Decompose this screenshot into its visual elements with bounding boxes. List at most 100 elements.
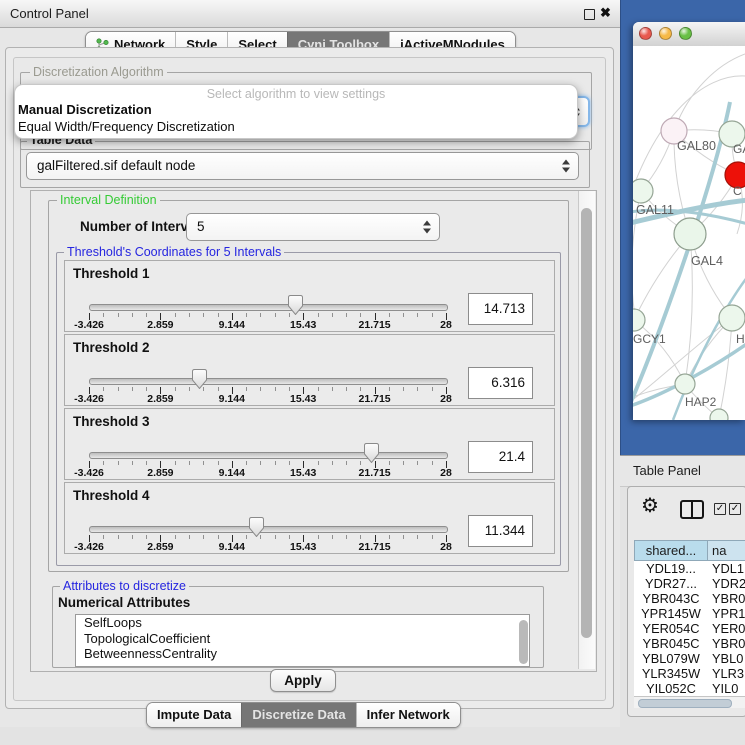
threshold-value-field[interactable]: 6.316 xyxy=(468,367,533,399)
combo-stepper[interactable] xyxy=(423,221,431,234)
tick-mark xyxy=(132,535,133,539)
slider-tick-label: 2.859 xyxy=(135,393,185,405)
network-node[interactable] xyxy=(674,218,706,250)
tick-mark xyxy=(132,313,133,317)
popup-option-equal-width-frequency[interactable]: Equal Width/Frequency Discretization xyxy=(18,119,235,134)
bottom-tab-impute-data[interactable]: Impute Data xyxy=(147,703,241,727)
network-edge[interactable] xyxy=(719,318,732,418)
table-cell: YLR3 xyxy=(708,666,745,681)
threshold-label: Threshold 3 xyxy=(73,414,150,429)
table-row[interactable]: YBL079WYBL0 xyxy=(634,651,745,666)
table-row[interactable]: YBR043CYBR0 xyxy=(634,591,745,606)
table-row[interactable]: YBR045CYBR0 xyxy=(634,636,745,651)
bottom-tab-bar: Impute DataDiscretize Data Infer Network xyxy=(146,702,461,728)
table-cell: YBR0 xyxy=(708,591,745,606)
split-view-icon[interactable] xyxy=(680,500,704,519)
table-data-combo-value: galFiltered.sif default node xyxy=(37,158,195,173)
slider-thumb[interactable] xyxy=(364,443,379,463)
list-scrollbar-thumb[interactable] xyxy=(519,620,528,664)
tab-label: Infer Network xyxy=(367,703,450,727)
vertical-scrollbar-thumb[interactable] xyxy=(581,208,592,638)
apply-button[interactable]: Apply xyxy=(270,669,336,692)
slider-tick-label: 2.859 xyxy=(135,467,185,479)
slider-tick-label: -3.426 xyxy=(64,541,114,553)
minimize-traffic-light[interactable] xyxy=(659,27,672,40)
threshold-value-field[interactable]: 14.713 xyxy=(468,293,533,325)
combo-stepper[interactable] xyxy=(562,160,570,173)
tick-mark xyxy=(246,535,247,539)
table-data-combo[interactable]: galFiltered.sif default node xyxy=(26,152,579,180)
list-item[interactable]: BetweennessCentrality xyxy=(76,646,529,662)
table-cell: YBR0 xyxy=(708,636,745,651)
bottom-tab-infer-network[interactable]: Infer Network xyxy=(356,703,460,727)
number-of-intervals-combo[interactable]: 5 xyxy=(186,213,440,241)
interval-definition-group-title: Interval Definition xyxy=(57,193,160,207)
column-header-name[interactable]: na xyxy=(708,540,745,561)
slider-tick-label: -3.426 xyxy=(64,319,114,331)
network-node[interactable] xyxy=(675,374,695,394)
tick-mark xyxy=(260,387,261,391)
slider-thumb[interactable] xyxy=(192,369,207,389)
column-header-shared-name[interactable]: shared... xyxy=(634,540,708,561)
table-row[interactable]: YER054CYER0 xyxy=(634,621,745,636)
table-cell: YDL19... xyxy=(634,561,708,576)
network-canvas[interactable]: GAL80GACGAL11GAL4GCY1HHAP2 xyxy=(633,46,745,420)
numerical-attributes-list[interactable]: SelfLoopsTopologicalCoefficientBetweenne… xyxy=(75,614,530,667)
slider-tick-label: 21.715 xyxy=(350,393,400,405)
threshold-value-field[interactable]: 11.344 xyxy=(468,515,533,547)
panel-title: Control Panel xyxy=(10,0,89,27)
tick-mark xyxy=(346,461,347,465)
table-row[interactable]: YLR345WYLR3 xyxy=(634,666,745,681)
network-window-titlebar xyxy=(633,22,745,47)
tick-mark xyxy=(118,313,119,317)
close-traffic-light[interactable] xyxy=(639,27,652,40)
network-node[interactable] xyxy=(710,409,728,420)
tick-mark xyxy=(275,313,276,317)
tick-mark xyxy=(346,313,347,317)
algorithm-dropdown-popup: Select algorithm to view settings Manual… xyxy=(14,84,578,139)
bottom-tab-discretize-data[interactable]: Discretize Data xyxy=(241,703,355,727)
table-row[interactable]: YDL19...YDL1 xyxy=(634,561,745,576)
network-node[interactable] xyxy=(633,179,653,203)
slider-track[interactable] xyxy=(89,304,448,311)
tick-mark xyxy=(103,461,104,465)
network-edge[interactable] xyxy=(674,54,745,131)
float-window-icon[interactable] xyxy=(584,9,595,20)
tick-mark xyxy=(318,461,319,465)
slider-tick-label: 9.144 xyxy=(207,319,257,331)
table-row[interactable]: YIL052CYIL0 xyxy=(634,681,745,696)
table-panel-title: Table Panel xyxy=(633,456,701,485)
slider-tick-label: 28 xyxy=(421,467,471,479)
zoom-traffic-light[interactable] xyxy=(679,27,692,40)
threshold-value-field[interactable]: 21.4 xyxy=(468,441,533,473)
algorithm-group-title: Discretization Algorithm xyxy=(30,65,167,79)
horizontal-scrollbar-track[interactable] xyxy=(634,696,745,708)
network-node[interactable] xyxy=(719,305,745,331)
horizontal-scrollbar-thumb[interactable] xyxy=(638,699,732,708)
table-cell: YBL0 xyxy=(708,651,745,666)
list-item[interactable]: TopologicalCoefficient xyxy=(76,631,529,647)
tick-mark xyxy=(346,535,347,539)
table-row[interactable]: YPR145WYPR1 xyxy=(634,606,745,621)
table-row[interactable]: YDR27...YDR2 xyxy=(634,576,745,591)
desktop: { "glyphs": {"gear": "⚙", "close": "✖", … xyxy=(0,0,745,745)
tick-mark xyxy=(417,387,418,391)
popup-option-manual-discretization[interactable]: Manual Discretization xyxy=(18,102,152,117)
network-node-label: GAL11 xyxy=(636,203,674,217)
network-node-label: H xyxy=(736,332,745,346)
slider-thumb[interactable] xyxy=(249,517,264,537)
slider-track[interactable] xyxy=(89,378,448,385)
list-item[interactable]: SelfLoops xyxy=(76,615,529,631)
close-icon[interactable]: ✖ xyxy=(600,5,611,21)
slider-track[interactable] xyxy=(89,452,448,459)
slider-tick-label: 28 xyxy=(421,319,471,331)
gear-icon[interactable]: ⚙ xyxy=(641,496,659,516)
slider-thumb[interactable] xyxy=(288,295,303,315)
threshold-panel: Threshold 3-3.4262.8599.14415.4321.71528… xyxy=(64,408,555,480)
tick-mark xyxy=(118,461,119,465)
tick-mark xyxy=(432,313,433,317)
checkbox-icon[interactable]: ✓ xyxy=(729,503,741,515)
slider-track[interactable] xyxy=(89,526,448,533)
checkbox-icon[interactable]: ✓ xyxy=(714,503,726,515)
tick-mark xyxy=(360,461,361,465)
